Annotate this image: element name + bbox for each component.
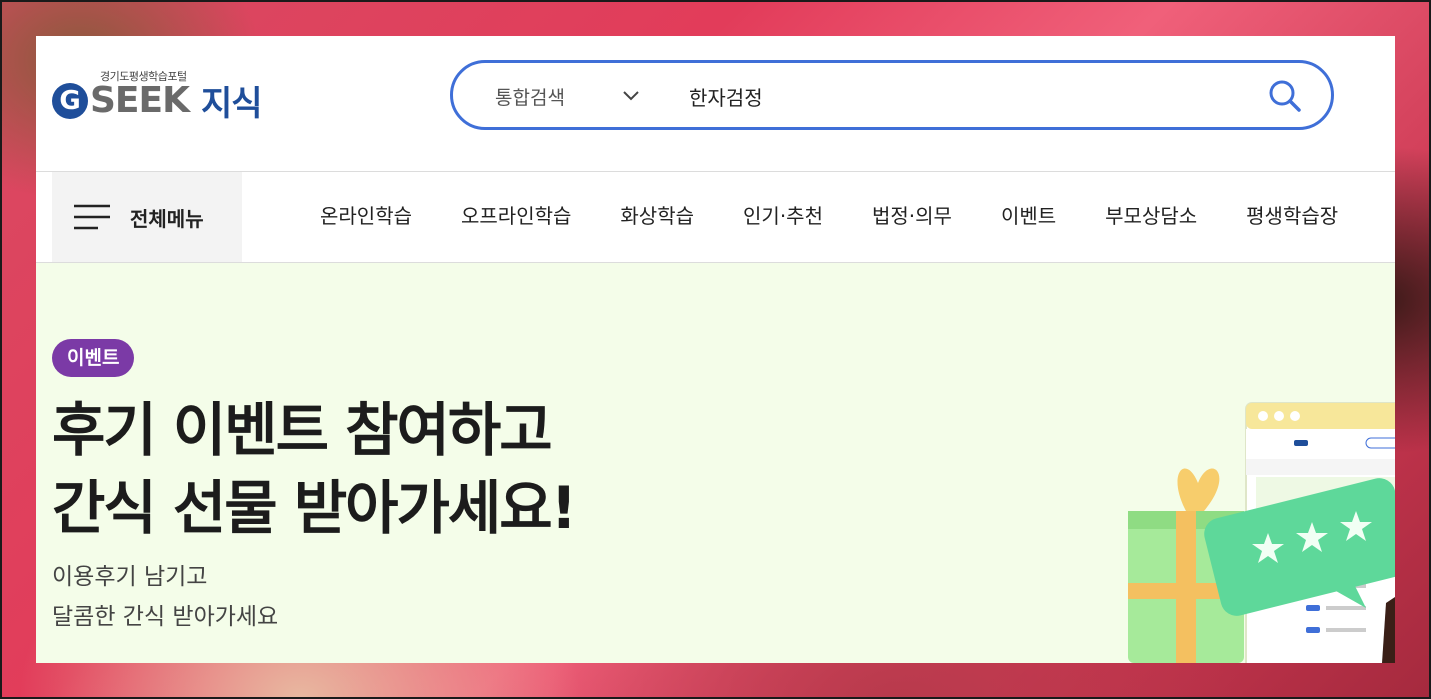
search-type-select[interactable]: 통합검색	[495, 83, 565, 110]
all-menu-label: 전체메뉴	[130, 207, 204, 231]
search-icon[interactable]	[1267, 78, 1303, 114]
review-gift-illustration	[1128, 402, 1395, 663]
nav-item-event[interactable]: 이벤트	[1001, 200, 1056, 229]
search-bar: 통합검색	[450, 60, 1334, 130]
main-nav: 전체메뉴 온라인학습 오프라인학습 화상학습 인기·추천 법정·의무 이벤트 부…	[36, 172, 1395, 263]
search-input[interactable]	[687, 77, 1251, 115]
nav-items: 온라인학습 오프라인학습 화상학습 인기·추천 법정·의무 이벤트 부모상담소 …	[320, 200, 1387, 229]
headline-line-1: 후기 이벤트 참여하고	[52, 396, 553, 464]
site-logo[interactable]: 경기도평생학습포털 G SEEK 지식	[52, 68, 302, 128]
logo-g-icon: G	[52, 82, 88, 119]
nav-item-offline[interactable]: 오프라인학습	[461, 200, 571, 229]
banner-headline: 후기 이벤트 참여하고 간식 선물 받아가세요!	[52, 391, 577, 547]
headline-line-2: 간식 선물 받아가세요!	[52, 474, 577, 542]
all-menu-button[interactable]: 전체메뉴	[52, 172, 242, 262]
site-header: 경기도평생학습포털 G SEEK 지식 통합검색	[36, 36, 1395, 172]
hamburger-icon	[74, 204, 110, 230]
event-badge: 이벤트	[52, 339, 135, 377]
nav-item-online[interactable]: 온라인학습	[320, 200, 412, 229]
logo-jisik-text: 지식	[201, 84, 263, 124]
event-banner[interactable]: 이벤트 후기 이벤트 참여하고 간식 선물 받아가세요! 이용후기 남기고 달콤…	[36, 263, 1395, 663]
logo-mark: G SEEK 지식	[52, 76, 263, 125]
nav-item-popular[interactable]: 인기·추천	[743, 200, 823, 229]
banner-subtext: 이용후기 남기고 달콤한 간식 받아가세요	[52, 557, 278, 637]
chevron-down-icon[interactable]	[621, 85, 641, 105]
page-panel: 경기도평생학습포털 G SEEK 지식 통합검색 한자검정 전체메뉴 온라인학습…	[36, 36, 1395, 663]
logo-seek-text: SEEK	[90, 80, 190, 121]
sub-line-2: 달콤한 간식 받아가세요	[52, 604, 279, 630]
nav-item-video[interactable]: 화상학습	[620, 200, 694, 229]
nav-item-legal[interactable]: 법정·의무	[872, 200, 952, 229]
nav-item-parent[interactable]: 부모상담소	[1105, 200, 1197, 229]
nav-item-lifelong[interactable]: 평생학습장	[1246, 200, 1338, 229]
sub-line-1: 이용후기 남기고	[52, 564, 208, 590]
